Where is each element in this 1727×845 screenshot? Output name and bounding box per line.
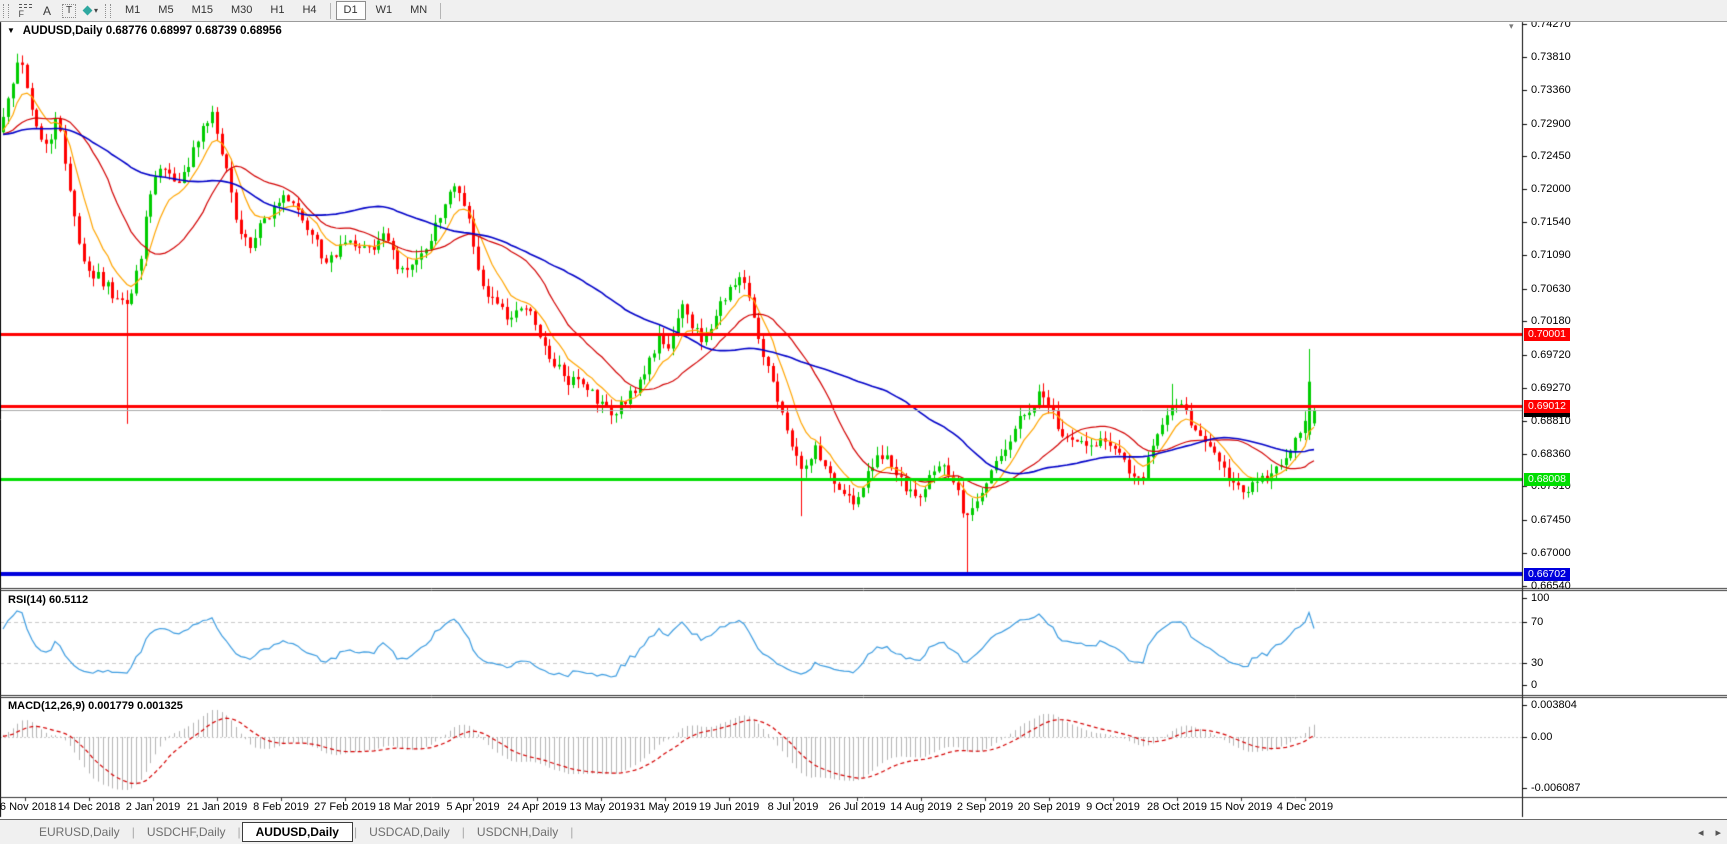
tab-separator: | xyxy=(238,825,241,839)
tab-separator: | xyxy=(462,825,465,839)
date-label: 26 Jul 2019 xyxy=(829,801,886,813)
text-label-tool-button[interactable]: T xyxy=(59,2,79,20)
timeframe-button-m1[interactable]: M1 xyxy=(117,1,148,20)
tab-usdcad[interactable]: USDCAD,Daily xyxy=(358,822,461,842)
tab-scroll-left-icon[interactable]: ◂ xyxy=(1698,826,1704,839)
toolbar-drag-handle[interactable] xyxy=(3,4,9,18)
date-label: 31 May 2019 xyxy=(633,801,697,813)
price-tick-label: 0.67000 xyxy=(1531,547,1571,559)
tab-separator: | xyxy=(132,825,135,839)
price-tick-label: 0.70630 xyxy=(1531,283,1571,295)
rsi-axis-label: 100 xyxy=(1531,592,1549,604)
symbol-tabs: EURUSD,Daily|USDCHF,Daily|AUDUSD,Daily|U… xyxy=(28,822,574,842)
price-tick-label: 0.73810 xyxy=(1531,51,1571,63)
date-label: 4 Dec 2019 xyxy=(1277,801,1333,813)
open-value: 0.68776 xyxy=(106,25,148,37)
price-tick-label: 0.71540 xyxy=(1531,216,1571,228)
date-label: 14 Aug 2019 xyxy=(890,801,952,813)
fibonacci-tool-button[interactable]: F xyxy=(15,2,35,20)
chart-shift-marker-icon[interactable]: ▾ xyxy=(1509,21,1514,32)
date-label: 14 Dec 2018 xyxy=(58,801,120,813)
collapse-triangle-icon[interactable]: ▼ xyxy=(7,26,15,35)
rsi-axis-label: 70 xyxy=(1531,616,1543,628)
timeframe-button-group: M1M5M15M30H1H4 D1W1MN xyxy=(116,1,436,20)
tab-usdchf[interactable]: USDCHF,Daily xyxy=(136,822,237,842)
macd-axis-label: -0.006087 xyxy=(1531,782,1581,794)
price-tick-label: 0.72000 xyxy=(1531,183,1571,195)
chevron-down-icon: ▾ xyxy=(94,6,98,15)
tab-separator: | xyxy=(570,825,573,839)
high-value: 0.68997 xyxy=(151,25,193,37)
price-tick-label: 0.70180 xyxy=(1531,315,1571,327)
tab-separator: | xyxy=(354,825,357,839)
timeframe-button-h1[interactable]: H1 xyxy=(262,1,292,20)
date-label: 26 Nov 2018 xyxy=(0,801,56,813)
date-label: 2 Sep 2019 xyxy=(957,801,1013,813)
price-tick-label: 0.69720 xyxy=(1531,349,1571,361)
price-tick-label: 0.72450 xyxy=(1531,150,1571,162)
date-label: 24 Apr 2019 xyxy=(507,801,566,813)
top-toolbar: F A T ▾ M1M5M15M30H1H4 D1W1MN xyxy=(0,0,1727,22)
price-level-badge: 0.68008 xyxy=(1524,473,1570,486)
symbol-label: AUDUSD,Daily xyxy=(23,25,103,37)
date-label: 2 Jan 2019 xyxy=(126,801,180,813)
timeframe-button-mn[interactable]: MN xyxy=(402,1,435,20)
date-label: 27 Feb 2019 xyxy=(314,801,376,813)
price-tick-label: 0.71090 xyxy=(1531,249,1571,261)
macd-indicator-label: MACD(12,26,9) 0.001779 0.001325 xyxy=(8,700,183,712)
rsi-axis-label: 0 xyxy=(1531,679,1537,691)
text-annotation-tool-button[interactable]: A xyxy=(37,2,57,20)
toolbar-separator xyxy=(440,3,441,19)
fibonacci-icon: F xyxy=(19,2,32,19)
price-tick-label: 0.73360 xyxy=(1531,84,1571,96)
tab-scroll-right-icon[interactable]: ▸ xyxy=(1715,826,1721,839)
timeframe-button-m15[interactable]: M15 xyxy=(184,1,221,20)
date-label: 13 May 2019 xyxy=(569,801,633,813)
date-label: 21 Jan 2019 xyxy=(187,801,248,813)
date-label: 15 Nov 2019 xyxy=(1210,801,1272,813)
tab-eurusd[interactable]: EURUSD,Daily xyxy=(28,822,131,842)
price-chart-canvas[interactable] xyxy=(0,0,1727,844)
chart-title: ▼ AUDUSD,Daily 0.68776 0.68997 0.68739 0… xyxy=(7,25,282,37)
price-level-badge: 0.69012 xyxy=(1524,400,1570,413)
text-a-icon: A xyxy=(43,4,51,18)
timeframe-button-m30[interactable]: M30 xyxy=(223,1,260,20)
timeframe-button-h4[interactable]: H4 xyxy=(294,1,324,20)
toolbar-separator xyxy=(330,3,331,19)
date-label: 9 Oct 2019 xyxy=(1086,801,1140,813)
symbol-tab-bar: EURUSD,Daily|USDCHF,Daily|AUDUSD,Daily|U… xyxy=(0,819,1727,844)
tab-audusd[interactable]: AUDUSD,Daily xyxy=(242,822,353,842)
tab-usdcnh[interactable]: USDCNH,Daily xyxy=(466,822,569,842)
date-label: 8 Feb 2019 xyxy=(253,801,309,813)
price-tick-label: 0.67450 xyxy=(1531,514,1571,526)
price-tick-label: 0.72900 xyxy=(1531,118,1571,130)
low-value: 0.68739 xyxy=(195,25,237,37)
date-label: 18 Mar 2019 xyxy=(378,801,440,813)
rsi-axis-label: 30 xyxy=(1531,657,1543,669)
price-tick-label: 0.66540 xyxy=(1531,580,1571,592)
price-level-badge: 0.70001 xyxy=(1524,328,1570,341)
price-level-badge: 0.66702 xyxy=(1524,568,1570,581)
macd-axis-label: 0.003804 xyxy=(1531,699,1577,711)
text-t-icon: T xyxy=(62,4,76,18)
timeframe-button-d1[interactable]: D1 xyxy=(336,1,366,20)
date-label: 20 Sep 2019 xyxy=(1018,801,1080,813)
date-label: 8 Jul 2019 xyxy=(768,801,819,813)
date-label: 19 Jun 2019 xyxy=(699,801,760,813)
price-tick-label: 0.68360 xyxy=(1531,448,1571,460)
timeframe-button-w1[interactable]: W1 xyxy=(368,1,401,20)
date-label: 28 Oct 2019 xyxy=(1147,801,1207,813)
timeframe-button-m5[interactable]: M5 xyxy=(150,1,181,20)
macd-axis-label: 0.00 xyxy=(1531,731,1552,743)
toolbar-drag-handle[interactable] xyxy=(105,4,111,18)
close-value: 0.68956 xyxy=(240,25,282,37)
price-tick-label: 0.69270 xyxy=(1531,382,1571,394)
date-label: 5 Apr 2019 xyxy=(446,801,499,813)
shapes-tool-button[interactable]: ▾ xyxy=(81,2,101,20)
shapes-icon xyxy=(83,6,93,16)
rsi-indicator-label: RSI(14) 60.5112 xyxy=(8,594,88,606)
